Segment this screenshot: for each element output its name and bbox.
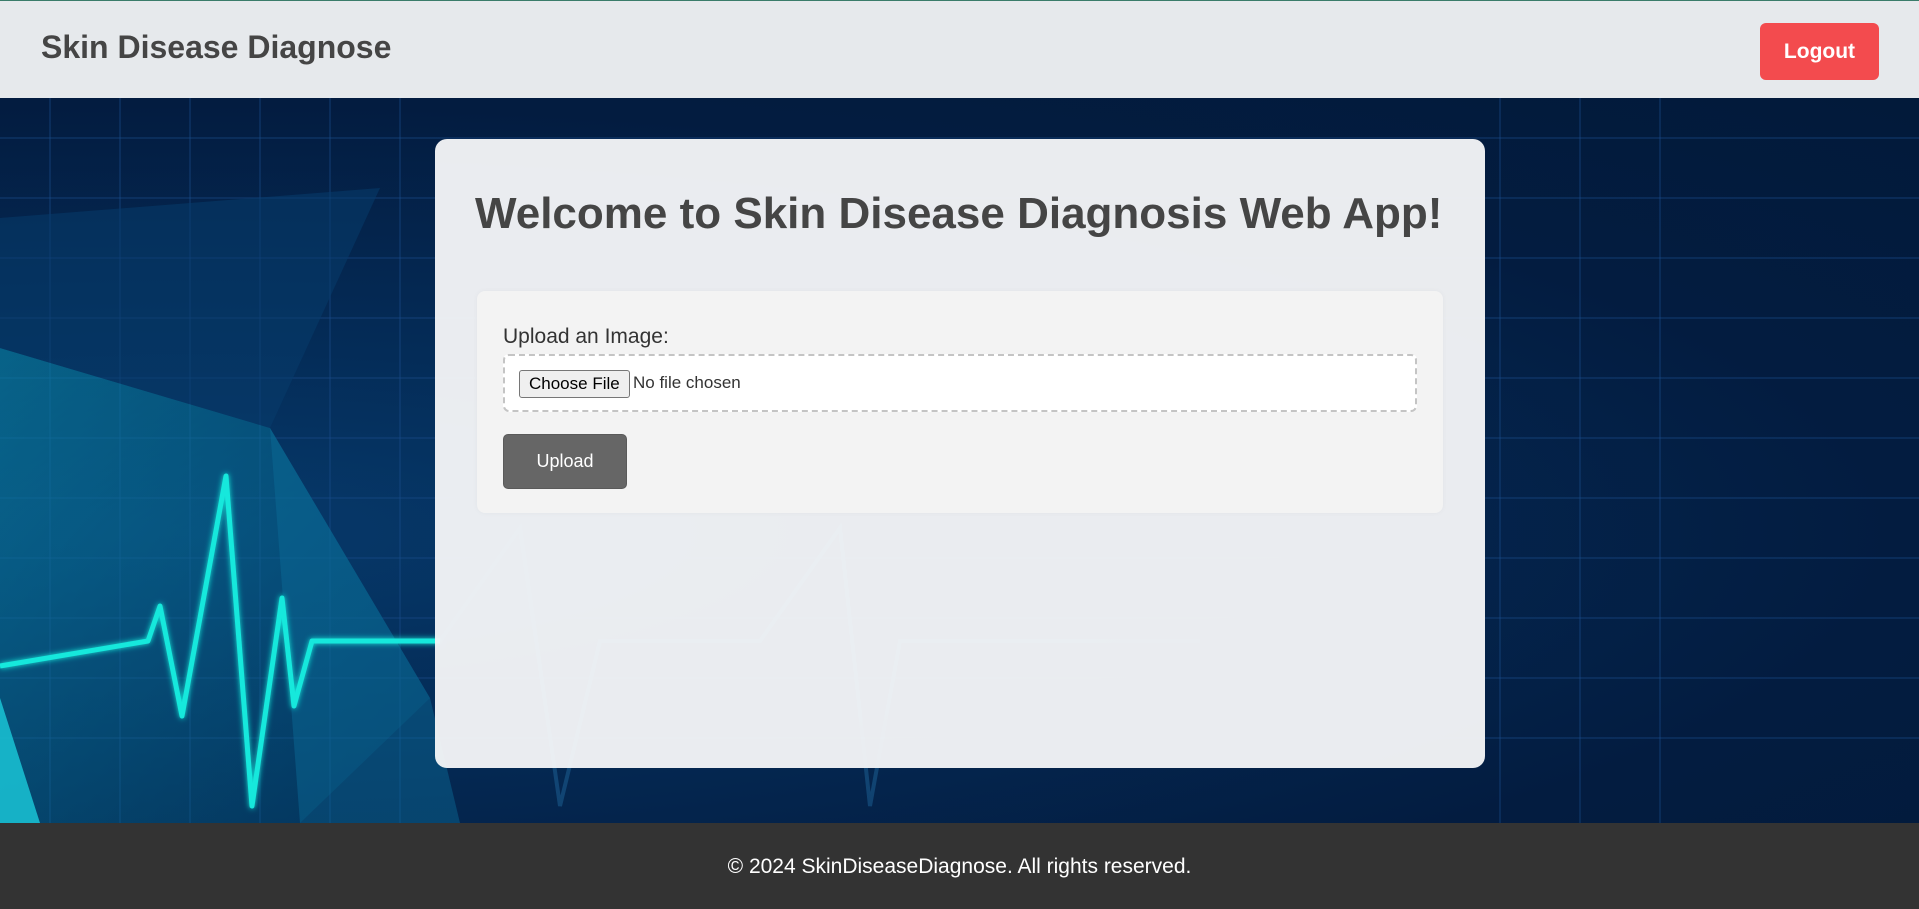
page-title: Welcome to Skin Disease Diagnosis Web Ap… <box>475 189 1443 238</box>
brand-title[interactable]: Skin Disease Diagnose <box>41 29 391 66</box>
upload-button[interactable]: Upload <box>503 434 627 489</box>
logout-button[interactable]: Logout <box>1760 23 1879 80</box>
file-input[interactable]: Choose File No file chosen <box>503 354 1417 412</box>
upload-label: Upload an Image: <box>503 325 669 348</box>
top-navbar: Skin Disease Diagnose Logout <box>0 0 1919 98</box>
footer: © 2024 SkinDiseaseDiagnose. All rights r… <box>0 823 1919 909</box>
copyright-text: © 2024 SkinDiseaseDiagnose. All rights r… <box>727 855 1192 878</box>
upload-form: Upload an Image: Choose File No file cho… <box>477 291 1443 513</box>
choose-file-button[interactable]: Choose File <box>519 370 630 398</box>
welcome-card: Welcome to Skin Disease Diagnosis Web Ap… <box>435 139 1485 768</box>
file-status-text: No file chosen <box>633 373 741 392</box>
